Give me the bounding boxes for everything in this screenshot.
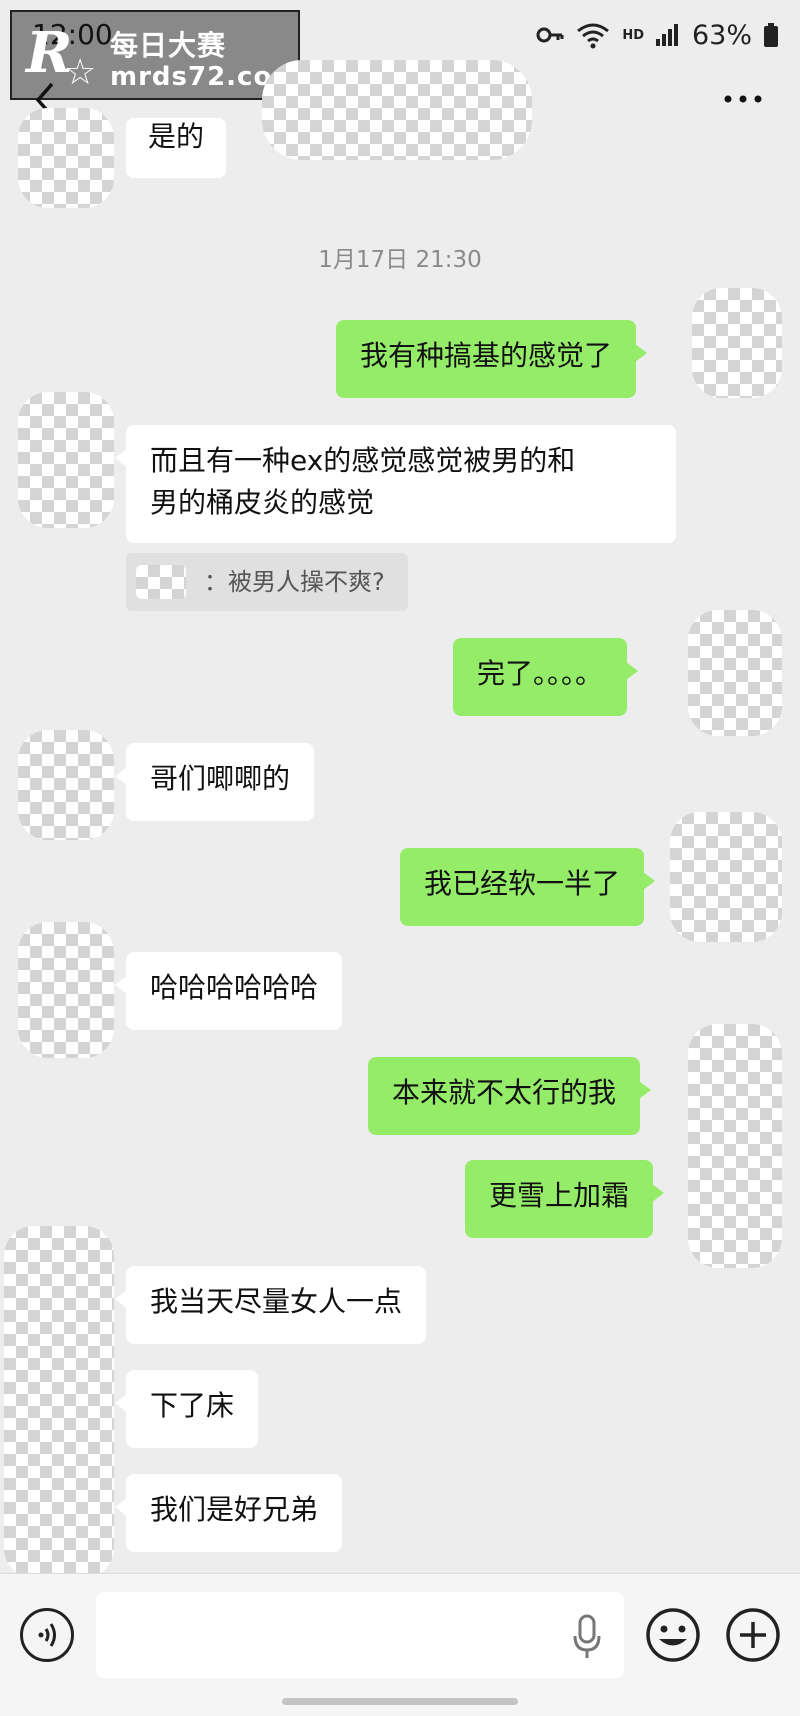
star-icon: ☆ <box>64 52 97 93</box>
home-indicator[interactable] <box>282 1698 518 1705</box>
chat-title-redacted <box>262 60 532 160</box>
plus-button[interactable] <box>724 1606 782 1664</box>
avatar[interactable] <box>670 812 782 942</box>
timestamp: 1月17日 21:30 <box>318 247 482 273</box>
avatar[interactable] <box>688 610 782 736</box>
network-type-label: HD <box>622 27 644 43</box>
message-bubble[interactable]: 我已经软一半了 <box>400 848 656 926</box>
key-icon <box>536 27 564 43</box>
battery-icon <box>764 23 778 47</box>
message-bubble[interactable]: 更雪上加霜 <box>465 1160 665 1238</box>
microphone-icon[interactable] <box>572 1614 602 1660</box>
message-bubble[interactable]: 下了床 <box>114 1370 259 1448</box>
message-line: 而且有一种ex的感觉感觉被男的和 <box>150 444 576 477</box>
avatar[interactable] <box>4 1226 114 1578</box>
avatar[interactable] <box>18 730 114 840</box>
message-bubble[interactable]: 哥们唧唧的 <box>114 743 315 821</box>
battery-percent: 63% <box>691 19 752 51</box>
more-horizontal-icon <box>724 95 762 103</box>
message-line: 男的桶皮炎的感觉 <box>150 486 375 519</box>
avatar[interactable] <box>18 108 114 208</box>
input-bar <box>0 1573 800 1716</box>
wifi-icon <box>577 23 610 49</box>
avatar[interactable] <box>18 922 114 1058</box>
avatar[interactable] <box>18 392 114 528</box>
message-input[interactable] <box>96 1592 624 1678</box>
quoted-sender-redacted <box>136 565 186 599</box>
watermark-site-name: 每日大赛 <box>110 29 227 62</box>
more-button[interactable] <box>722 88 764 110</box>
message-bubble[interactable]: 是的 <box>126 118 227 178</box>
quoted-text: ：被男人操不爽? <box>204 568 385 596</box>
voice-button[interactable] <box>20 1608 74 1662</box>
voice-wave-icon <box>38 1623 56 1647</box>
plus-circle-icon <box>726 1608 780 1662</box>
status-icons: HD 63% <box>536 16 778 54</box>
message-bubble[interactable]: 完了。。。。 <box>453 638 639 716</box>
message-bubble[interactable]: 我当天尽量女人一点 <box>114 1266 427 1344</box>
signal-icon <box>655 24 678 46</box>
message-bubble[interactable]: 我有种搞基的感觉了 <box>336 320 648 398</box>
emoji-button[interactable] <box>644 1606 702 1664</box>
emoji-smile-icon <box>646 1608 700 1662</box>
message-bubble[interactable]: 我们是好兄弟 <box>114 1474 343 1552</box>
message-bubble[interactable]: 而且有一种ex的感觉感觉被男的和 男的桶皮炎的感觉 <box>115 425 676 543</box>
quoted-message[interactable]: ：被男人操不爽? <box>126 553 408 611</box>
message-bubble[interactable]: 本来就不太行的我 <box>368 1057 652 1135</box>
avatar[interactable] <box>692 288 782 398</box>
message-bubble[interactable]: 哈哈哈哈哈哈 <box>114 952 343 1030</box>
avatar[interactable] <box>688 1024 782 1268</box>
